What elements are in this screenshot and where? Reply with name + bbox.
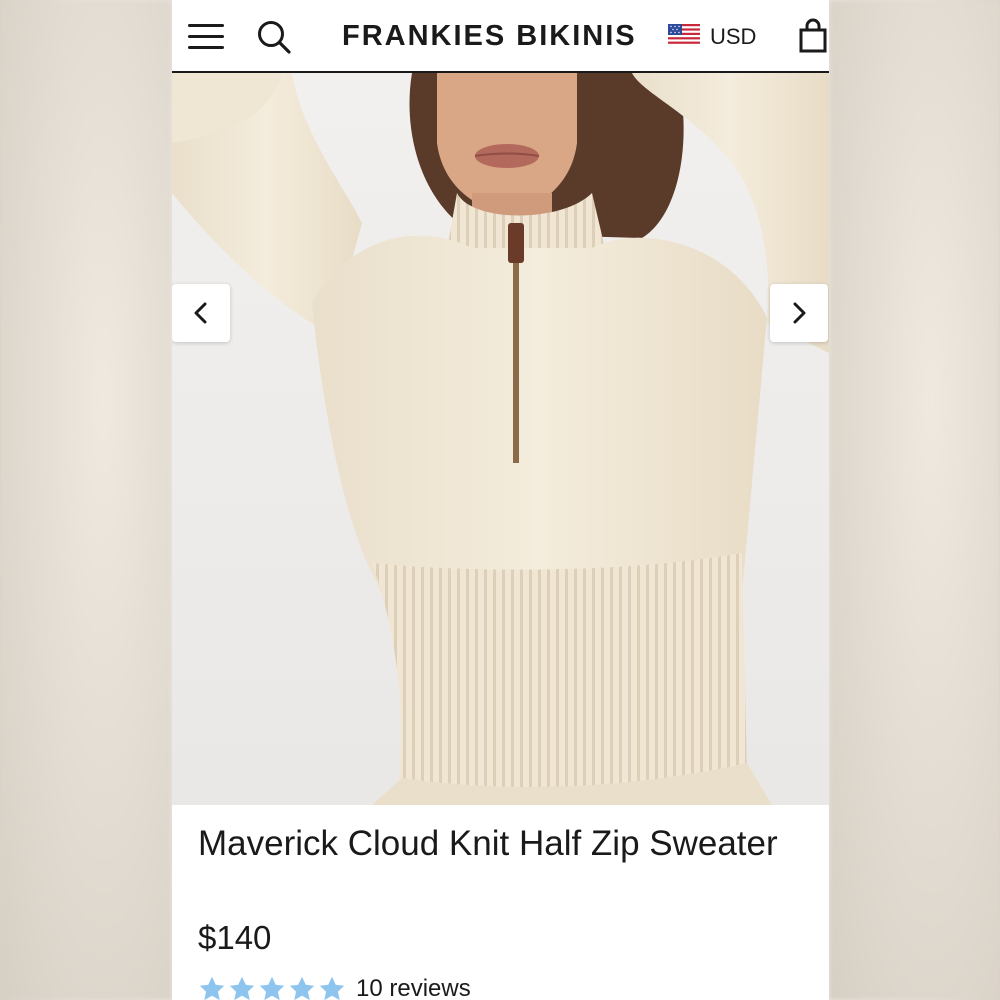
site-header: FRANKIES BIKINIS USD xyxy=(172,0,829,73)
product-price: $140 xyxy=(198,919,272,956)
shopping-bag-icon[interactable] xyxy=(798,18,828,54)
brand-logo[interactable]: FRANKIES BIKINIS xyxy=(342,20,637,53)
currency-selector[interactable]: USD xyxy=(710,24,756,50)
mobile-page: FRANKIES BIKINIS USD Maverick Cloud Knit… xyxy=(172,0,829,1000)
star-icon xyxy=(199,976,225,1000)
background-right xyxy=(829,0,1000,1000)
background-left xyxy=(0,0,172,1000)
next-image-button[interactable] xyxy=(770,284,828,342)
product-photo xyxy=(172,73,829,805)
product-title: Maverick Cloud Knit Half Zip Sweater xyxy=(198,824,778,863)
previous-image-button[interactable] xyxy=(172,284,230,342)
chevron-left-icon xyxy=(194,302,207,324)
hamburger-menu-icon[interactable] xyxy=(188,22,224,50)
chevron-right-icon xyxy=(793,302,806,324)
product-image[interactable] xyxy=(172,73,829,805)
reviews-link[interactable]: 10 reviews xyxy=(356,975,471,1000)
search-icon[interactable] xyxy=(256,19,292,55)
star-icon xyxy=(319,976,345,1000)
rating-row[interactable]: 10 reviews xyxy=(198,972,471,1000)
star-icon xyxy=(289,976,315,1000)
star-icon xyxy=(259,976,285,1000)
star-icon xyxy=(229,976,255,1000)
us-flag-icon[interactable] xyxy=(668,24,700,46)
